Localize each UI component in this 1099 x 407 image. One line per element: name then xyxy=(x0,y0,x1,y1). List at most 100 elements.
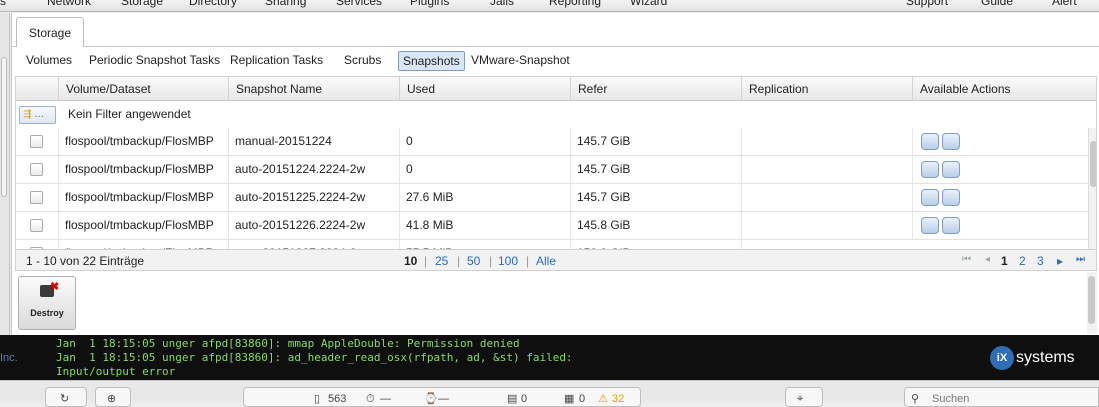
download-button[interactable]: ⊕ xyxy=(95,387,131,407)
pagination-bar: 1 - 10 von 22 Einträge 10 | 25 | 50 | 10… xyxy=(15,249,1097,271)
table-row[interactable]: flospool/tmbackup/FlosMBP auto-20151226.… xyxy=(16,212,1088,240)
page-size-50[interactable]: 50 xyxy=(467,254,480,268)
document-icon: ▯ xyxy=(314,393,321,405)
header-snapshot-name[interactable]: Snapshot Name xyxy=(228,77,399,101)
browser-status-bar: ↻ ⊕ ▯ 563 ⏱ — ⌚ — ▤ 0 ▦ 0 ⚠ 32 ⌖ ⚲ Suche… xyxy=(0,380,1099,407)
cell-dataset: flospool/tmbackup/FlosMBP xyxy=(58,184,228,212)
subtab-periodic-snapshot-tasks[interactable]: Periodic Snapshot Tasks xyxy=(85,51,224,71)
last-page-icon[interactable]: ⏭ xyxy=(1076,254,1085,265)
subtab-vmware-snapshot[interactable]: VMware-Snapshot xyxy=(467,51,574,71)
header-used[interactable]: Used xyxy=(399,77,570,101)
left-scroll-thumb[interactable] xyxy=(1,57,7,197)
separator: | xyxy=(457,254,461,268)
page-3[interactable]: 3 xyxy=(1037,254,1044,268)
resource-count: 563 xyxy=(328,393,347,405)
web-inspector-counters[interactable]: ▯ 563 ⏱ — ⌚ — ▤ 0 ▦ 0 ⚠ 32 xyxy=(243,387,641,407)
nav-item-jails[interactable]: Jails xyxy=(490,0,514,8)
nav-item-tasks[interactable]: ks xyxy=(0,0,6,8)
target-button[interactable]: ⌖ xyxy=(785,387,823,407)
header-volume-dataset[interactable]: Volume/Dataset xyxy=(58,77,228,101)
page-size-100[interactable]: 100 xyxy=(498,254,518,268)
cell-refer: 145.8 GiB xyxy=(570,212,741,240)
next-page-icon[interactable]: ▸ xyxy=(1057,254,1063,268)
grid-scroll-thumb[interactable] xyxy=(1090,141,1096,187)
nav-item-network[interactable]: Network xyxy=(47,0,91,8)
nav-item-guide[interactable]: Guide xyxy=(981,0,1013,8)
subtab-scrubs[interactable]: Scrubs xyxy=(340,51,385,71)
left-panel-scrollbar[interactable] xyxy=(0,13,10,335)
panel-scrollbar[interactable] xyxy=(1087,272,1097,334)
clone-snapshot-button[interactable] xyxy=(921,133,939,150)
cell-snapshot: auto-20151226.2224-2w xyxy=(228,212,399,240)
error-count: 0 xyxy=(521,393,528,405)
search-field[interactable]: ⚲ Suchen xyxy=(904,387,1099,407)
crosshair-icon: ⌖ xyxy=(797,393,804,405)
cell-used: 0 xyxy=(399,128,570,156)
nav-item-services[interactable]: Services xyxy=(336,0,382,8)
destroy-snapshot-button[interactable] xyxy=(942,161,960,178)
nav-item-storage[interactable]: Storage xyxy=(121,0,163,8)
destroy-button[interactable]: ✖ Destroy xyxy=(18,276,76,330)
time-icon: ⌚ xyxy=(424,393,438,405)
warning-icon: ⚠ xyxy=(598,393,608,405)
nav-item-wizard[interactable]: Wizard xyxy=(630,0,667,8)
header-refer[interactable]: Refer xyxy=(570,77,741,101)
separator: | xyxy=(424,254,428,268)
cell-replication xyxy=(741,184,912,212)
filter-button[interactable]: ⇶ … xyxy=(19,106,56,124)
console-line: Jan 1 18:15:05 unger afpd[83860]: ad_hea… xyxy=(56,351,573,364)
reload-button[interactable]: ↻ xyxy=(45,387,87,407)
subtab-replication-tasks[interactable]: Replication Tasks xyxy=(226,51,327,71)
filter-icon: ⇶ xyxy=(23,109,32,120)
cell-used: 27.6 MiB xyxy=(399,184,570,212)
panel-scroll-thumb[interactable] xyxy=(1088,276,1095,324)
row-checkbox[interactable] xyxy=(30,135,43,148)
table-row[interactable]: flospool/tmbackup/FlosMBP manual-2015122… xyxy=(16,128,1088,156)
nav-item-directory[interactable]: Directory xyxy=(189,0,237,8)
clone-snapshot-button[interactable] xyxy=(921,217,939,234)
console-text: Jan 1 18:15:05 unger afpd[83860]: mmap A… xyxy=(56,337,573,379)
row-checkbox[interactable] xyxy=(30,191,43,204)
nav-item-reporting[interactable]: Reporting xyxy=(549,0,601,8)
row-checkbox[interactable] xyxy=(30,219,43,232)
clone-snapshot-button[interactable] xyxy=(921,189,939,206)
console-log: Inc. Jan 1 18:15:05 unger afpd[83860]: m… xyxy=(0,335,1099,380)
info-count: 0 xyxy=(579,393,586,405)
page-size-25[interactable]: 25 xyxy=(435,254,448,268)
cell-replication xyxy=(741,128,912,156)
destroy-snapshot-button[interactable] xyxy=(942,217,960,234)
top-navigation: ks Network Storage Directory Sharing Ser… xyxy=(0,0,1099,12)
subtab-snapshots[interactable]: Snapshots xyxy=(398,51,465,71)
destroy-snapshot-button[interactable] xyxy=(942,189,960,206)
page-size-all[interactable]: Alle xyxy=(536,254,556,268)
page-2[interactable]: 2 xyxy=(1019,254,1026,268)
storage-panel: Storage Volumes Periodic Snapshot Tasks … xyxy=(11,13,1099,335)
page-size-10[interactable]: 10 xyxy=(404,254,417,268)
clone-snapshot-button[interactable] xyxy=(921,161,939,178)
console-line: Input/output error xyxy=(56,365,176,378)
nav-item-support[interactable]: Support xyxy=(906,0,948,8)
page-1[interactable]: 1 xyxy=(1001,254,1008,268)
nav-item-sharing[interactable]: Sharing xyxy=(265,0,306,8)
row-checkbox[interactable] xyxy=(30,163,43,176)
tab-storage[interactable]: Storage xyxy=(16,17,84,47)
filter-status: Kein Filter angewendet xyxy=(68,107,191,121)
header-replication[interactable]: Replication xyxy=(741,77,912,101)
cell-refer: 145.7 GiB xyxy=(570,156,741,184)
cell-replication xyxy=(741,212,912,240)
nav-item-alert[interactable]: Alert xyxy=(1052,0,1077,8)
action-bar: ✖ Destroy xyxy=(15,272,1097,334)
cell-actions xyxy=(912,212,1088,240)
time-value: — xyxy=(438,393,449,405)
destroy-snapshot-button[interactable] xyxy=(942,133,960,150)
table-row[interactable]: flospool/tmbackup/FlosMBP auto-20151224.… xyxy=(16,156,1088,184)
warning-count: 32 xyxy=(612,393,625,405)
table-row[interactable]: flospool/tmbackup/FlosMBP auto-20151225.… xyxy=(16,184,1088,212)
prev-page-icon[interactable]: ◂ xyxy=(985,254,990,265)
destroy-label: Destroy xyxy=(30,308,64,318)
ix-logo-text: systems xyxy=(1016,349,1075,367)
subtab-volumes[interactable]: Volumes xyxy=(22,51,76,71)
nav-item-plugins[interactable]: Plugins xyxy=(410,0,449,8)
ixsystems-logo: iX systems xyxy=(990,346,1075,370)
first-page-icon[interactable]: ⏮ xyxy=(962,254,971,265)
